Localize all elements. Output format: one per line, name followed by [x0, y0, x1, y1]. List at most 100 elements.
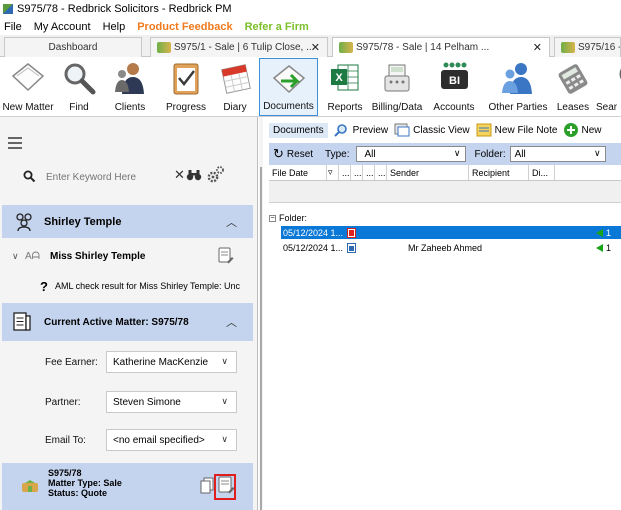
magnifier-icon: [64, 63, 96, 95]
other-parties-button[interactable]: Other Parties: [486, 58, 550, 116]
reports-button[interactable]: X Reports: [326, 58, 364, 116]
tab-label: Dashboard: [48, 42, 98, 53]
new-file-note-button[interactable]: New File Note: [476, 123, 557, 137]
ribbon-toolbar: New Matter Find Clients Progress Diary D…: [0, 57, 621, 117]
col-4[interactable]: ...: [363, 165, 375, 180]
classic-view-button[interactable]: Classic View: [394, 123, 470, 137]
folder-label: Folder:: [474, 148, 506, 160]
col-file-date[interactable]: File Date: [269, 165, 327, 180]
tab-matter-s975-16[interactable]: S975/16 - F: [554, 37, 621, 57]
documents-pane: Documents Preview Classic View New File …: [263, 117, 621, 510]
magnifier-icon: [333, 124, 347, 137]
matter-file-icon: [13, 312, 31, 331]
partner-select[interactable]: Steven Simone ∨: [106, 391, 237, 413]
keyword-search-input[interactable]: [42, 168, 162, 186]
document-date: 05/12/2024 1...: [283, 227, 344, 238]
collapse-chevron-icon[interactable]: ︿: [226, 214, 237, 230]
matter-tab-icon: [157, 42, 171, 53]
tab-matter-s975-1[interactable]: S975/1 - Sale | 6 Tulip Close, ... ✕: [150, 37, 328, 57]
expand-chevron-icon[interactable]: ∨: [12, 251, 19, 262]
word-file-icon: [347, 242, 356, 253]
fee-earner-select[interactable]: Katherine MacKenzie ∨: [106, 351, 237, 373]
document-row[interactable]: 05/12/2024 1... Mr Zaheeb Ahmed 1: [281, 241, 621, 254]
progress-button[interactable]: Progress: [164, 58, 208, 116]
menu-file[interactable]: File: [4, 21, 22, 33]
partner-row: Partner: Steven Simone ∨: [0, 387, 258, 417]
title-bar: S975/78 - Redbrick Solicitors - Redbrick…: [0, 0, 621, 18]
chevron-down-icon: ∨: [221, 396, 228, 406]
aml-status-row: ? AML check result for Miss Shirley Temp…: [0, 277, 258, 295]
highlight-box: [214, 474, 236, 500]
col-5[interactable]: ...: [375, 165, 387, 180]
reset-button[interactable]: ↻ Reset: [273, 146, 313, 162]
tab-matter-s975-78[interactable]: S975/78 - Sale | 14 Pelham ... ✕: [332, 37, 550, 57]
advanced-search-gear-icon[interactable]: [206, 164, 226, 184]
client-section-header[interactable]: Shirley Temple ︿: [2, 205, 253, 238]
documents-button[interactable]: Documents: [259, 58, 318, 116]
new-document-button[interactable]: New: [563, 122, 601, 138]
email-to-select[interactable]: <no email specified> ∨: [106, 429, 237, 451]
matter-tab-icon: [561, 42, 575, 53]
document-flag-count: 1: [606, 227, 612, 238]
email-to-label: Email To:: [45, 434, 86, 446]
menu-my-account[interactable]: My Account: [34, 21, 91, 33]
tab-dashboard[interactable]: Dashboard: [4, 37, 142, 57]
copy-icon[interactable]: [200, 477, 214, 495]
col-3[interactable]: ...: [351, 165, 363, 180]
person-icon: Aᗩ: [25, 250, 40, 262]
chevron-down-icon: ∨: [453, 148, 461, 158]
app-icon: [3, 4, 13, 14]
partner-label: Partner:: [45, 396, 81, 408]
close-icon[interactable]: ✕: [311, 41, 320, 54]
clients-button[interactable]: Clients: [108, 58, 152, 116]
accounts-button[interactable]: BI Accounts: [430, 58, 478, 116]
documents-tab[interactable]: Documents: [269, 122, 328, 138]
col-sender[interactable]: Sender: [387, 165, 469, 180]
matter-type: Matter Type: Sale: [48, 478, 122, 488]
preview-button[interactable]: Preview: [333, 123, 388, 137]
menu-refer-a-firm[interactable]: Refer a Firm: [245, 21, 309, 33]
tab-label: S975/16 - F: [578, 42, 620, 53]
edit-document-icon[interactable]: [218, 247, 234, 265]
collapse-chevron-icon[interactable]: ︿: [226, 314, 237, 330]
diary-button[interactable]: Diary: [216, 58, 254, 116]
excel-icon: X: [331, 64, 359, 91]
refresh-icon: ↻: [273, 146, 284, 161]
chevron-down-icon: ∨: [221, 434, 228, 444]
client-row[interactable]: ∨ Aᗩ Miss Shirley Temple: [0, 243, 258, 269]
client-full-name: Miss Shirley Temple: [50, 250, 146, 262]
menu-help[interactable]: Help: [103, 21, 126, 33]
clients-icon: [115, 63, 144, 94]
col-direction[interactable]: Di...: [529, 165, 555, 180]
close-icon[interactable]: ✕: [533, 41, 542, 54]
col-recipient[interactable]: Recipient: [469, 165, 529, 180]
billing-data-button[interactable]: Billing/Data: [368, 58, 426, 116]
document-row[interactable]: 05/12/2024 1... 1: [281, 226, 621, 239]
filter-funnel-icon[interactable]: ▿: [327, 165, 339, 180]
hamburger-menu-icon[interactable]: [8, 137, 22, 152]
leases-button[interactable]: Leases: [554, 58, 592, 116]
document-sender: Mr Zaheeb Ahmed: [408, 242, 483, 253]
type-select[interactable]: All ∨: [355, 146, 466, 162]
pdf-file-icon: [347, 227, 356, 238]
matter-card-details: S975/78 Matter Type: Sale Status: Quote: [48, 468, 122, 498]
fee-earner-label: Fee Earner:: [45, 356, 98, 368]
search-button[interactable]: Sear: [596, 58, 621, 116]
collapse-group-icon[interactable]: −: [269, 214, 276, 222]
plus-circle-icon: [564, 123, 579, 137]
left-sidebar: ✕ Shirley Temple ︿ ∨ Aᗩ Miss Shirley Tem…: [0, 117, 258, 510]
folder-group-row[interactable]: − Folder:: [269, 213, 307, 223]
file-note-icon: [476, 123, 492, 137]
binoculars-icon[interactable]: [186, 168, 202, 182]
col-2[interactable]: ...: [339, 165, 351, 180]
clear-search-icon[interactable]: ✕: [174, 167, 185, 183]
email-to-row: Email To: <no email specified> ∨: [0, 425, 258, 455]
current-matter-header[interactable]: Current Active Matter: S975/78 ︿: [2, 303, 253, 341]
tab-strip: Dashboard S975/1 - Sale | 6 Tulip Close,…: [0, 35, 621, 57]
menu-product-feedback[interactable]: Product Feedback: [137, 21, 232, 33]
new-matter-button[interactable]: New Matter: [0, 58, 56, 116]
calendar-icon: [221, 64, 251, 94]
find-button[interactable]: Find: [60, 58, 98, 116]
other-parties-icon: [502, 63, 532, 94]
folder-select[interactable]: All ∨: [509, 146, 606, 162]
